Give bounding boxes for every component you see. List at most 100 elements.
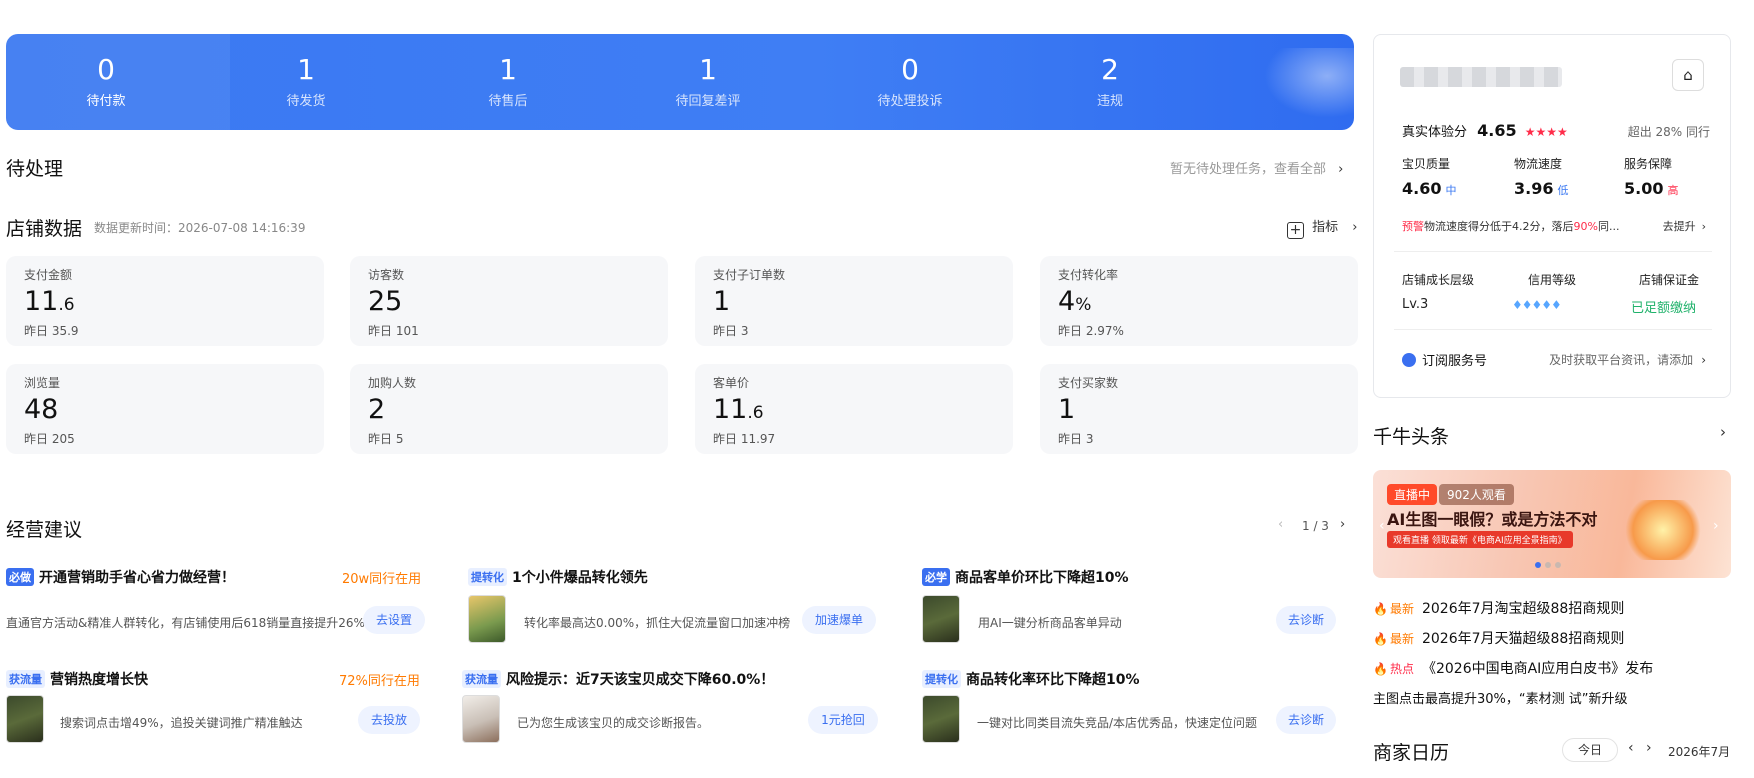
metric-card-conversion[interactable]: 支付转化率 4% 昨日 2.97% [1040, 256, 1358, 346]
suggestion-action-button[interactable]: 1元抢回 [808, 706, 878, 734]
suggestion-title[interactable]: 提转化 商品转化率环比下降超10% [922, 669, 1140, 689]
indicator-label: 指标 [1312, 220, 1339, 235]
subscribe-row[interactable]: 订阅服务号 [1402, 350, 1487, 369]
suggestion-title[interactable]: 提转化 1个小件爆品转化领先 [468, 567, 648, 587]
live-banner[interactable]: 直播中 902人观看 AI生图一眼假？或是方法不对 观看直播 领取最新《电商AI… [1373, 470, 1731, 578]
suggestion-action-button[interactable]: 去诊断 [1276, 706, 1336, 734]
divider [1394, 251, 1712, 252]
suggestions-pager: 1 / 3 [1302, 519, 1329, 533]
carousel-next-icon[interactable]: › [1713, 518, 1719, 534]
fire-icon: 🔥 [1373, 602, 1388, 616]
metric-value: 2 [368, 394, 386, 425]
metric-value: 1 [713, 286, 731, 317]
growth-label: 店铺成长层级 [1402, 273, 1475, 287]
stat-value: 1 [297, 53, 315, 86]
suggestion-title[interactable]: 必学 商品客单价环比下降超10% [922, 567, 1129, 587]
banner-decoration [1264, 48, 1354, 118]
suggestion-action-button[interactable]: 去设置 [363, 606, 425, 634]
calendar-next-icon[interactable]: › [1646, 740, 1652, 756]
stat-label: 违规 [1096, 94, 1123, 109]
plus-square-icon: + [1287, 222, 1304, 239]
subscribe-desc[interactable]: 及时获取平台资讯，请添加 › [1549, 351, 1706, 368]
warning-row[interactable]: 预警物流速度得分低于4.2分，落后90%同... [1402, 218, 1619, 234]
suggestion-desc: 搜索词点击增49%，追投关键词推广精准触达 [60, 716, 303, 730]
suggestion-action-button[interactable]: 加速爆单 [802, 606, 876, 634]
pending-link-text: 暂无待处理任务，查看全部 [1170, 162, 1327, 177]
qianniu-more-link[interactable]: › [1720, 423, 1726, 441]
prev-page-button[interactable]: ‹ [1278, 517, 1283, 532]
stat-label: 待售后 [488, 94, 528, 109]
chevron-left-icon: ‹ [1278, 517, 1284, 532]
metric-label: 宝贝质量 [1402, 157, 1451, 171]
metric-yesterday: 昨日 2.97% [1058, 324, 1124, 338]
suggestion-action-button[interactable]: 去投放 [358, 706, 420, 734]
order-status-banner: 0 待付款 1 待发货 1 待售后 1 待回复差评 0 待处理投诉 2 违规 [6, 34, 1354, 130]
next-page-button[interactable]: › [1340, 517, 1345, 532]
metric-card-sub-orders[interactable]: 支付子订单数 1 昨日 3 [695, 256, 1013, 346]
home-icon[interactable]: ⌂ [1672, 59, 1704, 91]
stat-pending-aftersale[interactable]: 1 待售后 [408, 54, 608, 110]
deposit-value: 已足额缴纳 [1631, 301, 1697, 316]
suggestion-title[interactable]: 获流量 风险提示：近7天该宝贝成交下降60.0%！ [462, 669, 774, 689]
suggestion-title[interactable]: 必做 开通营销助手省心省力做经营！ [6, 567, 235, 587]
suggestion-desc: 用AI一键分析商品客单异动 [978, 616, 1122, 630]
metric-value: 11.6 [713, 394, 764, 425]
stat-pending-shipment[interactable]: 1 待发货 [206, 53, 406, 110]
metric-title: 支付买家数 [1058, 376, 1119, 390]
metric-yesterday: 昨日 101 [368, 324, 419, 338]
suggestion-title[interactable]: 获流量 营销热度增长快 [6, 669, 148, 689]
metric-value: 48 [24, 394, 59, 425]
metric-card-add-cart[interactable]: 加购人数 2 昨日 5 [350, 364, 668, 454]
metric-quality: 4.60 中 [1402, 179, 1457, 198]
carousel-prev-icon[interactable]: ‹ [1379, 518, 1385, 534]
stat-violation[interactable]: 2 违规 [1010, 53, 1210, 110]
pending-title: 待处理 [6, 158, 64, 180]
chevron-right-icon: › [1340, 517, 1346, 532]
metric-value: 11.6 [24, 286, 75, 317]
stat-value: 0 [901, 53, 919, 86]
metric-value: 4% [1058, 286, 1092, 317]
calendar-prev-icon[interactable]: ‹ [1628, 740, 1634, 756]
calendar-title: 商家日历 [1373, 742, 1450, 764]
suggestion-tag: 必学 [922, 568, 950, 586]
stat-value: 1 [699, 53, 717, 86]
stat-pending-review-reply[interactable]: 1 待回复差评 [608, 53, 808, 110]
credit-label: 信用等级 [1528, 273, 1577, 287]
suggestion-tag: 提转化 [468, 568, 507, 586]
metric-value: 25 [368, 286, 403, 317]
chevron-right-icon: › [1720, 423, 1726, 441]
stat-label: 待回复差评 [675, 94, 741, 109]
ai-logo-decoration [1623, 500, 1703, 560]
news-item[interactable]: 主图点击最高提升30%，“素材测 试”新升级 [1373, 688, 1628, 707]
metric-card-buyers[interactable]: 支付买家数 1 昨日 3 [1040, 364, 1358, 454]
metric-yesterday: 昨日 11.97 [713, 432, 776, 446]
carousel-dot[interactable] [1535, 562, 1541, 568]
stat-pending-complaint[interactable]: 0 待处理投诉 [810, 53, 1010, 110]
today-button[interactable]: 今日 [1562, 738, 1618, 762]
stat-pending-payment[interactable]: 0 待付款 [6, 54, 206, 110]
fire-icon: 🔥 [1373, 632, 1388, 646]
deposit-label: 店铺保证金 [1639, 273, 1700, 287]
news-item[interactable]: 🔥 最新 2026年7月天猫超级88招商规则 [1373, 628, 1624, 648]
product-thumbnail [462, 695, 500, 743]
store-data-title: 店铺数据 [6, 218, 83, 240]
metric-card-pageviews[interactable]: 浏览量 48 昨日 205 [6, 364, 324, 454]
improve-link[interactable]: 去提升 › [1663, 218, 1706, 234]
carousel-dot[interactable] [1555, 562, 1561, 568]
stat-value: 2 [1101, 53, 1119, 86]
stat-label: 待付款 [86, 94, 126, 109]
metric-card-pay-amount[interactable]: 支付金额 11.6 昨日 35.9 [6, 256, 324, 346]
experience-label: 真实体验分 [1402, 125, 1468, 140]
pending-view-all-link[interactable]: 暂无待处理任务，查看全部 › [1170, 158, 1343, 177]
suggestion-desc: 直通官方活动&精准人群转化，有店铺使用后618销量直接提升26% [6, 616, 365, 630]
news-item[interactable]: 🔥 最新 2026年7月淘宝超级88招商规则 [1373, 598, 1624, 618]
metric-card-visitors[interactable]: 访客数 25 昨日 101 [350, 256, 668, 346]
metric-title: 支付转化率 [1058, 268, 1119, 282]
metric-card-avg-order[interactable]: 客单价 11.6 昨日 11.97 [695, 364, 1013, 454]
metric-title: 浏览量 [24, 376, 61, 390]
carousel-dot[interactable] [1545, 562, 1551, 568]
suggestion-action-button[interactable]: 去诊断 [1276, 606, 1336, 634]
news-item[interactable]: 🔥 热点 《2026中国电商AI应用白皮书》发布 [1373, 658, 1653, 678]
suggestion-tag: 提转化 [922, 670, 961, 688]
indicator-button[interactable]: + 指标 › [1287, 216, 1358, 239]
